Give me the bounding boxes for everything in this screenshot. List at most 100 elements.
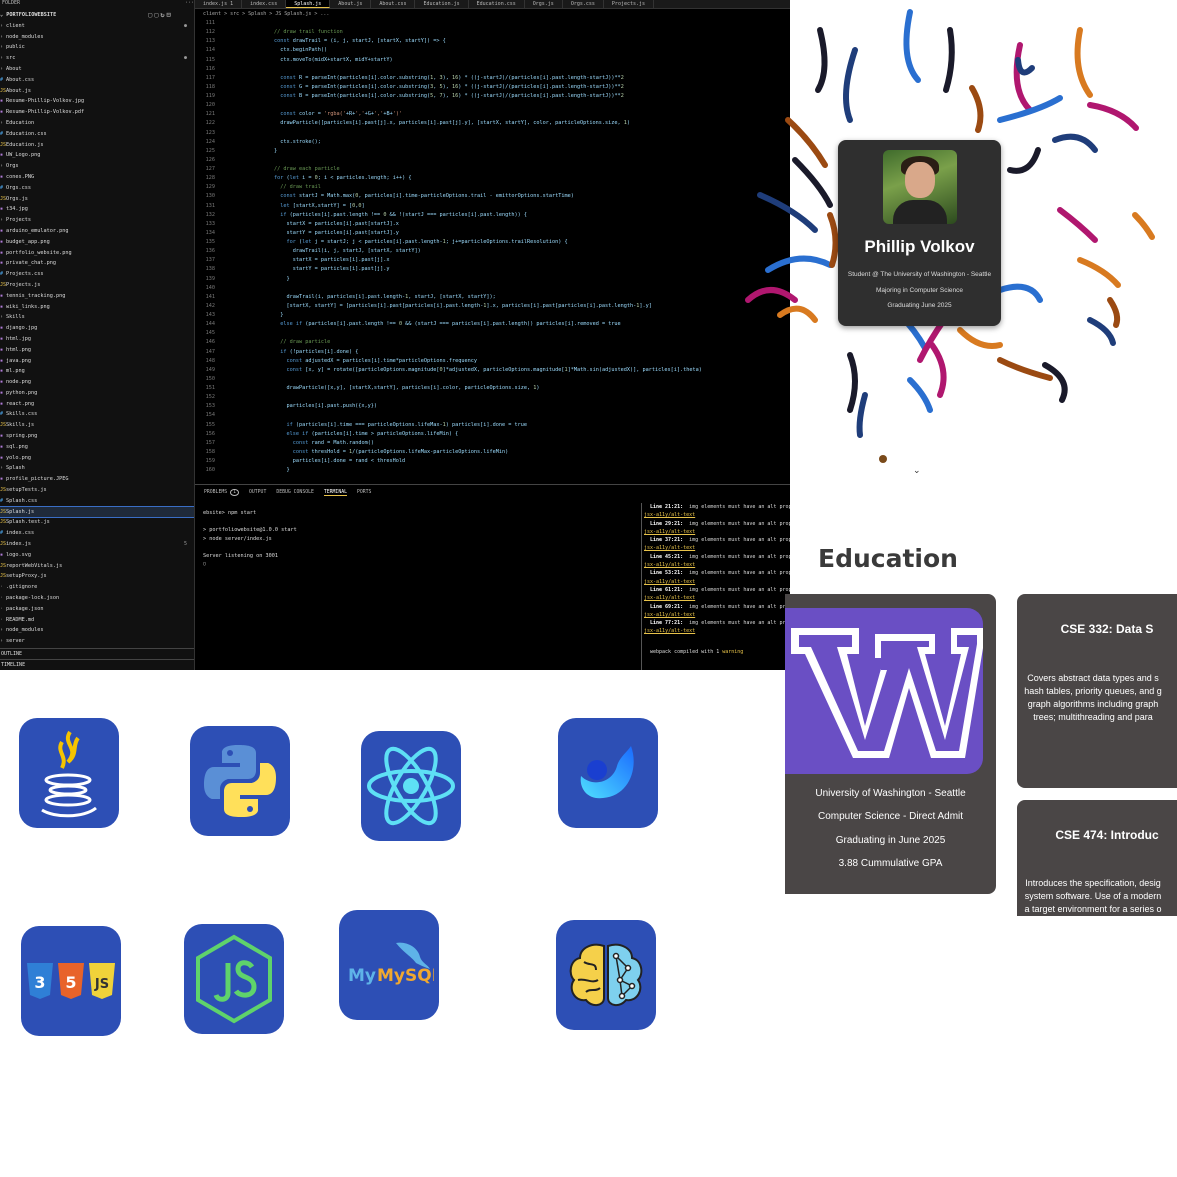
file-item[interactable]: JSProjects.js	[0, 280, 194, 291]
warning-rule-link[interactable]: jsx-a11y/alt-text	[644, 511, 790, 519]
particle-trail	[1007, 147, 1041, 174]
warning-rule-link[interactable]: jsx-a11y/alt-text	[644, 544, 790, 552]
warning-rule-link[interactable]: jsx-a11y/alt-text	[644, 528, 790, 536]
particle-trail	[856, 392, 868, 438]
file-item[interactable]: ▪ node.png	[0, 377, 194, 388]
folder-item[interactable]: › Orgs	[0, 161, 194, 172]
warning-entry: Line 53:21: img elements must have an al…	[650, 569, 790, 577]
file-item[interactable]: ▪ tennis_tracking.png	[0, 291, 194, 302]
file-item[interactable]: ▪ private_chat.png	[0, 258, 194, 269]
file-item[interactable]: JSSplash.test.js	[0, 517, 194, 528]
warning-rule-link[interactable]: jsx-a11y/alt-text	[644, 578, 790, 586]
editor-tab[interactable]: Splash.js	[286, 0, 331, 8]
file-item[interactable]: ▪ Resume-Phillip-Volkov.jpg	[0, 96, 194, 107]
folder-item[interactable]: › Splash	[0, 463, 194, 474]
file-item[interactable]: ▪ cones.PNG	[0, 172, 194, 183]
file-item[interactable]: # Education.css	[0, 129, 194, 140]
editor-tab[interactable]: Orgs.js	[525, 0, 563, 8]
file-item[interactable]: # About.css	[0, 75, 194, 86]
file-item[interactable]: # Skills.css	[0, 409, 194, 420]
file-item[interactable]: # Splash.css	[0, 496, 194, 507]
folder-item[interactable]: › Projects	[0, 215, 194, 226]
particle-trail	[1074, 27, 1093, 98]
file-item[interactable]: · .gitignore	[0, 582, 194, 593]
file-item[interactable]: ▪ django.jpg	[0, 323, 194, 334]
file-item[interactable]: JSsetupTests.js	[0, 485, 194, 496]
folder-item[interactable]: › server	[0, 636, 194, 647]
folder-item[interactable]: › About	[0, 64, 194, 75]
warning-rule-link[interactable]: jsx-a11y/alt-text	[644, 611, 790, 619]
more-icon[interactable]: ···	[185, 0, 194, 8]
code-text: drawParticle([particles[i].past[j].x, pa…	[249, 120, 631, 127]
file-item[interactable]: JSSkills.js	[0, 420, 194, 431]
folder-item[interactable]: › Education	[0, 118, 194, 129]
file-item[interactable]: ▪ spring.png	[0, 431, 194, 442]
file-item[interactable]: ▪ Resume-Phillip-Volkov.pdf	[0, 107, 194, 118]
file-item[interactable]: JSSplash.js	[0, 505, 194, 519]
folder-item[interactable]: › public	[0, 42, 194, 53]
editor-tab[interactable]: Education.css	[469, 0, 525, 8]
code-text: drawTrail(i, j, startJ, [startX, startY]…	[249, 248, 421, 255]
editor-tab[interactable]: Orgs.css	[563, 0, 604, 8]
file-item[interactable]: JSEducation.js	[0, 140, 194, 151]
file-item[interactable]: JSOrgs.js	[0, 194, 194, 205]
file-item[interactable]: ▪ UW_Logo.png	[0, 150, 194, 161]
particle-trail	[1013, 42, 1033, 113]
folder-item[interactable]: › src ●	[0, 53, 194, 64]
file-item[interactable]: ▪ html.png	[0, 345, 194, 356]
tab-ports[interactable]: PORTS	[357, 490, 371, 495]
folder-item[interactable]: › node_modules	[0, 32, 194, 43]
tab-problems[interactable]: PROBLEMS	[204, 490, 227, 495]
file-item[interactable]: JSsetupProxy.js	[0, 571, 194, 582]
line-number: 123	[205, 129, 215, 136]
file-item[interactable]: # index.css	[0, 528, 194, 539]
file-item[interactable]: ▪ portfolio_website.png	[0, 248, 194, 259]
file-item[interactable]: # Orgs.css	[0, 183, 194, 194]
file-item[interactable]: ▪ arduino_emulator.png	[0, 226, 194, 237]
outline-header[interactable]: OUTLINE	[0, 648, 194, 659]
file-item[interactable]: · package-lock.json	[0, 593, 194, 604]
file-item[interactable]: ▪ logo.svg	[0, 550, 194, 561]
file-item[interactable]: JSAbout.js	[0, 86, 194, 97]
file-item[interactable]: ▪ html.jpg	[0, 334, 194, 345]
file-item[interactable]: · package.json	[0, 604, 194, 615]
warning-rule-link[interactable]: jsx-a11y/alt-text	[644, 594, 790, 602]
file-item[interactable]: ▪ wiki_links.png	[0, 302, 194, 313]
file-item[interactable]: ▪ yolo.png	[0, 453, 194, 464]
folder-item[interactable]: › client ●	[0, 21, 194, 32]
folder-item[interactable]: › Skills	[0, 312, 194, 323]
editor-tab[interactable]: About.js	[330, 0, 372, 8]
file-item[interactable]: ▪ ml.png	[0, 366, 194, 377]
file-item[interactable]: ▪ sql.png	[0, 442, 194, 453]
tab-output[interactable]: OUTPUT	[249, 490, 266, 495]
terminal-output[interactable]: ebsite> npm start > portfoliowebsite@1.0.…	[203, 509, 633, 569]
file-item[interactable]: ▪ java.png	[0, 356, 194, 367]
editor-tab[interactable]: Projects.js	[604, 0, 655, 8]
explorer-toolbar[interactable]: ▢▢↻⊟	[148, 10, 173, 21]
file-item[interactable]: ▪ python.png	[0, 388, 194, 399]
terminal-warnings[interactable]: Line 21:21: img elements must have an al…	[641, 503, 790, 670]
editor-tab[interactable]: About.css	[371, 0, 416, 8]
warning-rule-link[interactable]: jsx-a11y/alt-text	[644, 627, 790, 635]
project-root[interactable]: ⌄ PORTFOLIOWEBSITE ▢▢↻⊟	[0, 10, 194, 21]
file-item[interactable]: ▪ profile_picture.JPEG	[0, 474, 194, 485]
file-item[interactable]: ▪ budget_app.png	[0, 237, 194, 248]
tab-debug-console[interactable]: DEBUG CONSOLE	[276, 490, 314, 495]
editor-tab[interactable]: index.js 1	[195, 0, 243, 8]
code-text: startY = particles[i].past[startJ].y	[249, 229, 399, 236]
file-label: Skills.js	[6, 422, 35, 429]
editor-tab[interactable]: Education.js	[415, 0, 469, 8]
file-item[interactable]: ▪ t34.jpg	[0, 204, 194, 215]
code-text: particles[i].past.push({x,y})	[249, 403, 378, 410]
chevron-down-icon[interactable]: ⌄	[913, 466, 921, 476]
timeline-header[interactable]: TIMELINE	[0, 659, 194, 670]
editor-tab[interactable]: index.css	[242, 0, 287, 8]
warning-rule-link[interactable]: jsx-a11y/alt-text	[644, 561, 790, 569]
file-item[interactable]: ▪ react.png	[0, 399, 194, 410]
folder-item[interactable]: › node_modules	[0, 625, 194, 636]
file-item[interactable]: JSreportWebVitals.js	[0, 561, 194, 572]
file-item[interactable]: JSindex.js 5	[0, 539, 194, 550]
file-item[interactable]: # Projects.css	[0, 269, 194, 280]
tab-terminal[interactable]: TERMINAL	[323, 490, 347, 496]
file-item[interactable]: · README.md	[0, 615, 194, 626]
